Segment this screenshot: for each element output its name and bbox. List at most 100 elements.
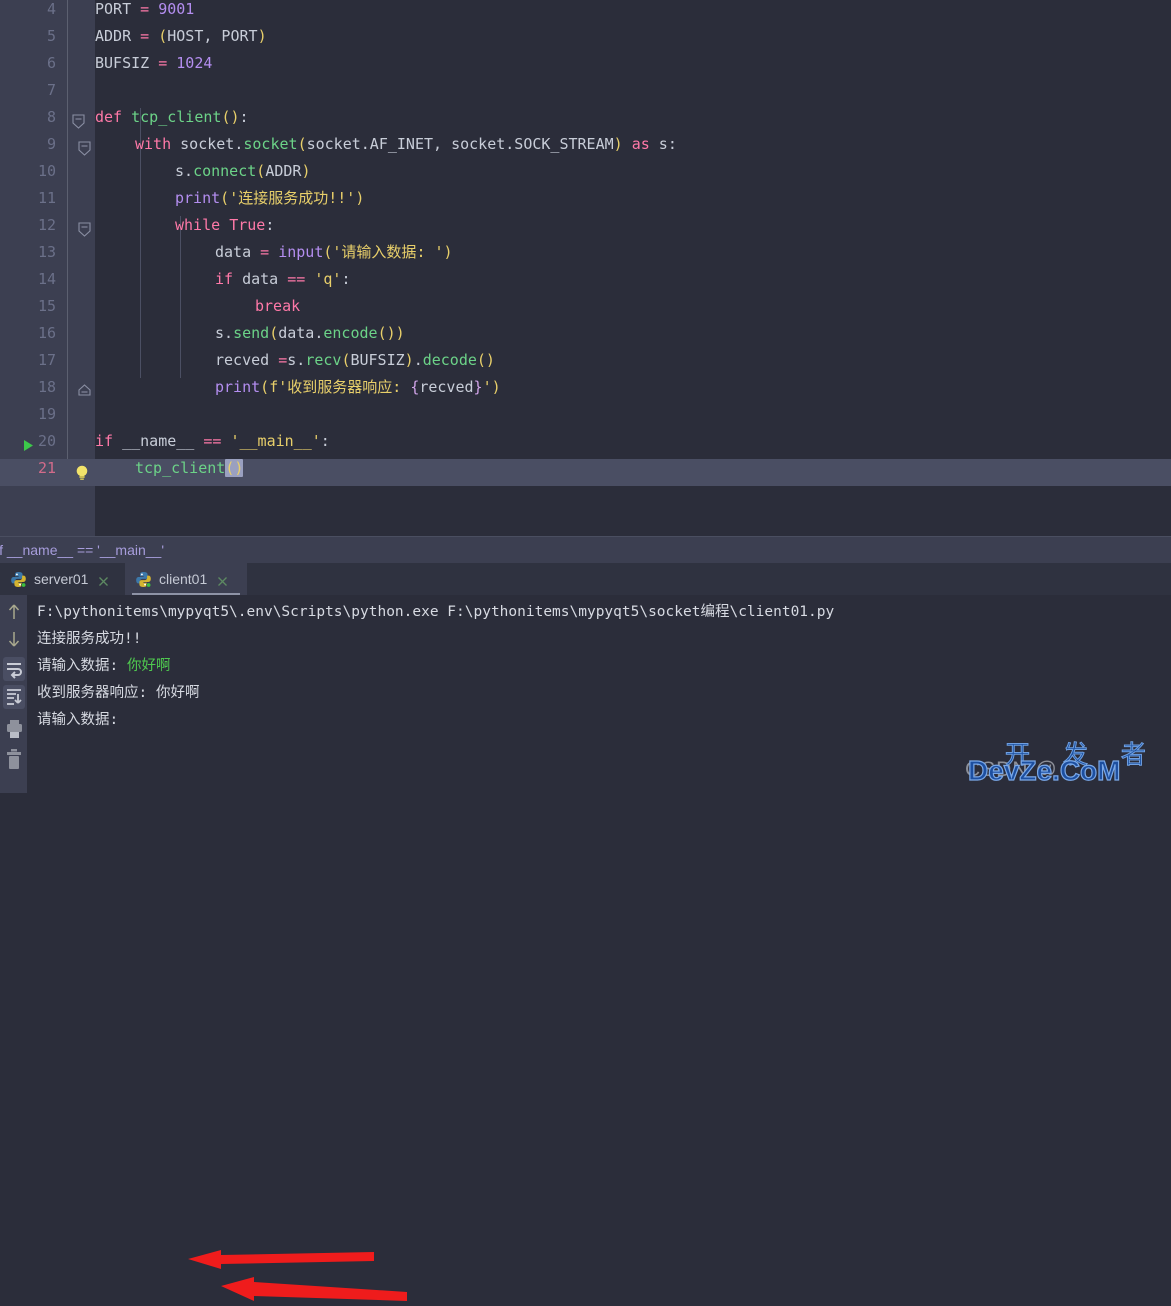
fold-marker-line-12[interactable]: [78, 216, 94, 243]
line-number: 8: [46, 108, 56, 126]
code-token: ): [257, 27, 267, 45]
scroll-to-end-icon[interactable]: [3, 685, 25, 709]
code-line[interactable]: print('连接服务成功!!'): [175, 185, 364, 212]
code-token: s.: [175, 162, 194, 180]
fold-marker-line-18-end[interactable]: [78, 378, 94, 405]
code-token: ==: [203, 432, 231, 450]
run-tab-label: server01: [34, 571, 89, 587]
code-line[interactable]: def tcp_client():: [95, 104, 249, 131]
code-editor[interactable]: 4 5 6 7 8 9 10 11 12 13 14 15 16 17 18 19 20 21: [0, 0, 1171, 536]
code-token: '连接服务成功!!': [229, 189, 356, 207]
code-line[interactable]: with socket.socket(socket.AF_INET, socke…: [135, 131, 677, 158]
code-token: PORT: [95, 0, 132, 18]
code-token: while: [175, 216, 230, 234]
console-line: F:\pythonitems\mypyqt5\.env\Scripts\pyth…: [37, 604, 835, 620]
code-token: f'收到服务器响应:: [269, 378, 411, 396]
code-line[interactable]: tcp_client(): [135, 455, 244, 482]
code-token: tcp_client: [135, 459, 226, 477]
line-number: 11: [37, 189, 56, 207]
code-token: print: [175, 189, 221, 207]
run-tool-tabs[interactable]: server01 client01: [0, 563, 1171, 595]
code-line[interactable]: while True:: [175, 212, 274, 239]
code-token: BUFSIZ: [350, 351, 405, 369]
code-token: ADDR: [95, 27, 132, 45]
code-token: s.: [215, 324, 234, 342]
soft-wrap-icon[interactable]: [3, 657, 25, 681]
line-number: 13: [37, 243, 56, 261]
console-line: 连接服务成功!!: [37, 631, 142, 647]
code-token: 1024: [176, 54, 213, 72]
code-token: ): [443, 243, 453, 261]
fold-marker-line-9[interactable]: [78, 135, 94, 162]
console-user-input: 你好啊: [126, 658, 171, 674]
line-number: 4: [46, 0, 56, 18]
code-token: (: [269, 324, 279, 342]
code-token: :: [265, 216, 275, 234]
code-token: (): [377, 324, 396, 342]
code-token: (): [221, 108, 240, 126]
code-token: {: [410, 378, 420, 396]
line-number: 14: [37, 270, 56, 288]
run-console[interactable]: F:\pythonitems\mypyqt5\.env\Scripts\pyth…: [0, 595, 1171, 1301]
line-number: 17: [37, 351, 56, 369]
code-token: connect: [193, 162, 257, 180]
code-token: BUFSIZ: [95, 54, 150, 72]
code-line[interactable]: if data == 'q':: [215, 266, 350, 293]
code-token: recved: [215, 351, 279, 369]
code-token: }: [473, 378, 483, 396]
code-token: ': [482, 378, 492, 396]
code-token: break: [255, 297, 301, 315]
code-token: print: [215, 378, 261, 396]
code-token: =: [149, 54, 177, 72]
close-icon[interactable]: [216, 573, 229, 586]
run-gutter-icon[interactable]: [20, 432, 40, 459]
code-token: data: [215, 243, 252, 261]
code-token: socket: [243, 135, 298, 153]
code-token: 'q': [314, 270, 342, 288]
run-tab-client01[interactable]: client01: [125, 563, 247, 595]
code-token: :: [341, 270, 351, 288]
console-line: 请输入数据:: [37, 712, 127, 728]
trash-icon[interactable]: [3, 747, 25, 771]
code-token: ): [301, 162, 311, 180]
console-output[interactable]: F:\pythonitems\mypyqt5\.env\Scripts\pyth…: [27, 595, 1171, 793]
down-arrow-icon[interactable]: [3, 627, 25, 651]
console-line: 请输入数据: 你好啊: [37, 653, 170, 680]
line-number: 18: [37, 378, 56, 396]
code-token: (: [220, 189, 230, 207]
arrow-to-server-response: [221, 1277, 407, 1301]
print-icon[interactable]: [3, 717, 25, 741]
code-token: s:: [658, 135, 677, 153]
fold-marker-line-8[interactable]: [72, 108, 88, 135]
breadcrumb[interactable]: if __name__ == '__main__': [0, 536, 1171, 564]
line-number: 19: [37, 405, 56, 423]
code-token: as: [622, 135, 659, 153]
run-tab-label: client01: [159, 571, 208, 587]
code-token: with: [135, 135, 181, 153]
code-lines[interactable]: PORT = 9001 ADDR = (HOST, PORT) BUFSIZ = 1…: [95, 0, 1171, 536]
code-line[interactable]: break: [255, 293, 300, 320]
breadcrumb-text: if __name__ == '__main__': [0, 542, 165, 558]
run-tab-server01[interactable]: server01: [0, 563, 128, 595]
code-line[interactable]: PORT = 9001: [95, 0, 194, 23]
up-arrow-icon[interactable]: [3, 600, 25, 624]
line-number: 7: [46, 81, 56, 99]
intention-bulb-icon[interactable]: [74, 459, 92, 486]
close-icon[interactable]: [97, 573, 110, 586]
code-token: __name__: [122, 432, 204, 450]
code-line[interactable]: s.connect(ADDR): [175, 158, 310, 185]
code-token: HOST, PORT: [167, 27, 258, 45]
code-token: True: [229, 216, 266, 234]
code-line[interactable]: if __name__ == '__main__':: [95, 428, 330, 455]
code-line[interactable]: data = input('请输入数据: '): [215, 239, 453, 266]
code-line[interactable]: s.send(data.encode()): [215, 320, 405, 347]
code-token: input: [278, 243, 324, 261]
code-token: s.: [287, 351, 306, 369]
code-line[interactable]: BUFSIZ = 1024: [95, 50, 212, 77]
code-line[interactable]: ADDR = (HOST, PORT): [95, 23, 267, 50]
fold-gutter[interactable]: [68, 0, 95, 536]
console-toolbar[interactable]: [0, 595, 27, 793]
line-number: 16: [37, 324, 56, 342]
code-line[interactable]: print(f'收到服务器响应: {recved}'): [215, 374, 501, 401]
code-line[interactable]: recved =s.recv(BUFSIZ).decode(): [215, 347, 495, 374]
